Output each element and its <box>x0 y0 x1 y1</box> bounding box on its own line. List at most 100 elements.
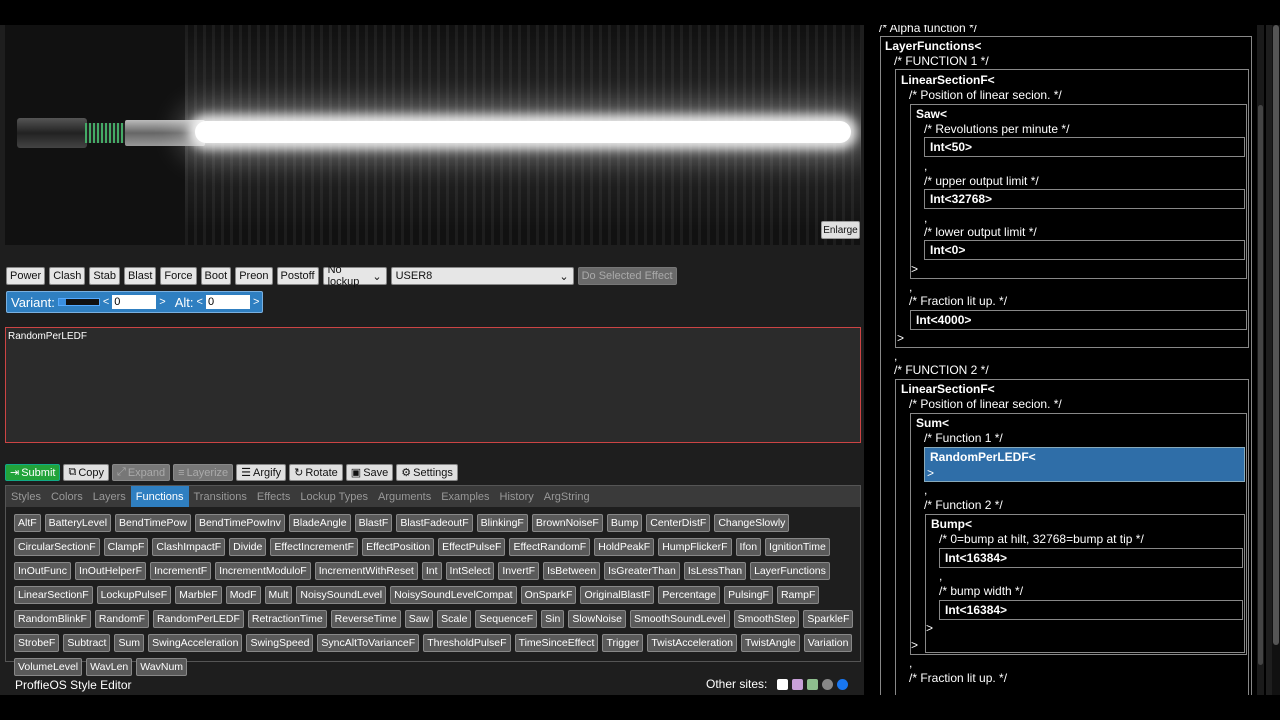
function-button[interactable]: TwistAcceleration <box>647 634 738 652</box>
function-button[interactable]: TwistAngle <box>741 634 800 652</box>
style-code-textarea[interactable]: RandomPerLEDF <box>5 327 861 443</box>
function-button[interactable]: SlowNoise <box>568 610 626 628</box>
postoff-button[interactable]: Postoff <box>276 267 319 285</box>
site-link-icon[interactable] <box>777 678 789 690</box>
function-button[interactable]: RampF <box>776 586 820 604</box>
function-button[interactable]: HumpFlickerF <box>658 538 732 556</box>
function-button[interactable]: CenterDistF <box>646 514 711 532</box>
function-button[interactable]: PulsingF <box>724 586 773 604</box>
function-button[interactable]: IncrementModuloF <box>215 562 311 580</box>
int-box[interactable] <box>924 137 1245 157</box>
function-button[interactable]: ThresholdPulseF <box>423 634 511 652</box>
variant-decrement-button[interactable]: < <box>103 296 109 308</box>
function-button[interactable]: WavNum <box>136 658 188 676</box>
stab-button[interactable]: Stab <box>89 267 120 285</box>
function-button[interactable]: SmoothStep <box>733 610 800 628</box>
function-button[interactable]: Sin <box>541 610 565 628</box>
function-button[interactable]: StrobeF <box>14 634 60 652</box>
function-button[interactable]: HoldPeakF <box>594 538 655 556</box>
alt-increment-button[interactable]: > <box>253 296 259 308</box>
function-button[interactable]: Scale <box>437 610 472 628</box>
function-button[interactable]: IgnitionTime <box>765 538 830 556</box>
variant-input[interactable]: 0 <box>112 295 157 309</box>
submit-button[interactable]: ⇥ Submit <box>5 464 61 481</box>
facebook-icon[interactable] <box>837 678 849 690</box>
blast-button[interactable]: Blast <box>123 267 157 285</box>
function-button[interactable]: BendTimePowInv <box>194 514 285 532</box>
tab-examples[interactable]: Examples <box>436 486 494 507</box>
function-button[interactable]: LayerFunctions <box>750 562 830 580</box>
function-button[interactable]: Bump <box>606 514 643 532</box>
function-button[interactable]: NoisySoundLevel <box>296 586 387 604</box>
tab-transitions[interactable]: Transitions <box>189 486 252 507</box>
function-button[interactable]: SmoothSoundLevel <box>629 610 730 628</box>
lockup-select[interactable]: No lockup ⌄ <box>322 264 387 288</box>
function-button[interactable]: RandomBlinkF <box>14 610 91 628</box>
site-link-icon[interactable] <box>792 678 804 690</box>
site-link-icon[interactable] <box>822 678 834 690</box>
function-button[interactable]: ReverseTime <box>330 610 401 628</box>
function-button[interactable]: IncrementF <box>150 562 212 580</box>
function-button[interactable]: TimeSinceEffect <box>514 634 599 652</box>
function-button[interactable]: ModF <box>225 586 261 604</box>
function-button[interactable]: BrownNoiseF <box>531 514 603 532</box>
effect-select[interactable]: USER8 ⌄ <box>390 267 574 285</box>
function-button[interactable]: SparkleF <box>803 610 854 628</box>
variant-slider[interactable] <box>57 298 100 306</box>
function-button[interactable]: InOutFunc <box>14 562 72 580</box>
function-button[interactable]: Int <box>421 562 442 580</box>
tab-layers[interactable]: Layers <box>88 486 131 507</box>
do-selected-effect-button[interactable]: Do Selected Effect <box>577 267 677 285</box>
code-panel-scrollbar[interactable] <box>1257 25 1264 695</box>
function-button[interactable]: EffectIncrementF <box>270 538 359 556</box>
function-button[interactable]: Percentage <box>658 586 721 604</box>
function-button[interactable]: Mult <box>264 586 293 604</box>
function-button[interactable]: InOutHelperF <box>75 562 147 580</box>
copy-button[interactable]: ⧉ Copy <box>63 464 110 481</box>
tab-history[interactable]: History <box>495 486 539 507</box>
expand-button[interactable]: ⤢ Expand <box>112 464 171 481</box>
function-button[interactable]: IsBetween <box>543 562 601 580</box>
layerize-button[interactable]: ≡ Layerize <box>173 464 234 481</box>
page-scrollbar[interactable] <box>1272 25 1280 695</box>
tab-styles[interactable]: Styles <box>6 486 46 507</box>
function-button[interactable]: Saw <box>404 610 434 628</box>
function-button[interactable]: IsLessThan <box>683 562 747 580</box>
function-button[interactable]: OnSparkF <box>520 586 577 604</box>
force-button[interactable]: Force <box>160 267 197 285</box>
function-button[interactable]: SequenceF <box>475 610 538 628</box>
function-button[interactable]: EffectPulseF <box>438 538 506 556</box>
tab-effects[interactable]: Effects <box>252 486 295 507</box>
argify-button[interactable]: ☰ Argify <box>236 464 287 481</box>
tab-functions[interactable]: Functions <box>130 486 189 507</box>
function-button[interactable]: AltF <box>14 514 41 532</box>
function-button[interactable]: CircularSectionF <box>14 538 100 556</box>
alt-decrement-button[interactable]: < <box>197 296 203 308</box>
function-button[interactable]: BendTimePow <box>115 514 191 532</box>
function-button[interactable]: VolumeLevel <box>14 658 83 676</box>
preon-button[interactable]: Preon <box>235 267 273 285</box>
tab-argstring[interactable]: ArgString <box>539 486 595 507</box>
function-button[interactable]: InvertF <box>498 562 540 580</box>
function-button[interactable]: Variation <box>803 634 853 652</box>
function-button[interactable]: IsGreaterThan <box>604 562 680 580</box>
function-button[interactable]: EffectPosition <box>362 538 435 556</box>
function-button[interactable]: BlinkingF <box>476 514 528 532</box>
function-button[interactable]: EffectRandomF <box>509 538 591 556</box>
tab-lockup-types[interactable]: Lockup Types <box>295 486 373 507</box>
boot-button[interactable]: Boot <box>200 267 232 285</box>
save-button[interactable]: ▣ Save <box>345 464 394 481</box>
enlarge-button[interactable]: Enlarge <box>821 221 860 239</box>
function-button[interactable]: Sum <box>114 634 145 652</box>
alt-input[interactable]: 0 <box>205 295 250 309</box>
variant-increment-button[interactable]: > <box>159 296 165 308</box>
function-button[interactable]: WavLen <box>86 658 133 676</box>
function-button[interactable]: Subtract <box>63 634 111 652</box>
function-button[interactable]: MarbleF <box>175 586 222 604</box>
function-button[interactable]: ClampF <box>103 538 149 556</box>
function-button[interactable]: BladeAngle <box>288 514 351 532</box>
rotate-button[interactable]: ↻ Rotate <box>289 464 343 481</box>
settings-button[interactable]: ⚙ Settings <box>396 464 458 481</box>
function-button[interactable]: BlastFadeoutF <box>396 514 473 532</box>
tab-arguments[interactable]: Arguments <box>373 486 436 507</box>
